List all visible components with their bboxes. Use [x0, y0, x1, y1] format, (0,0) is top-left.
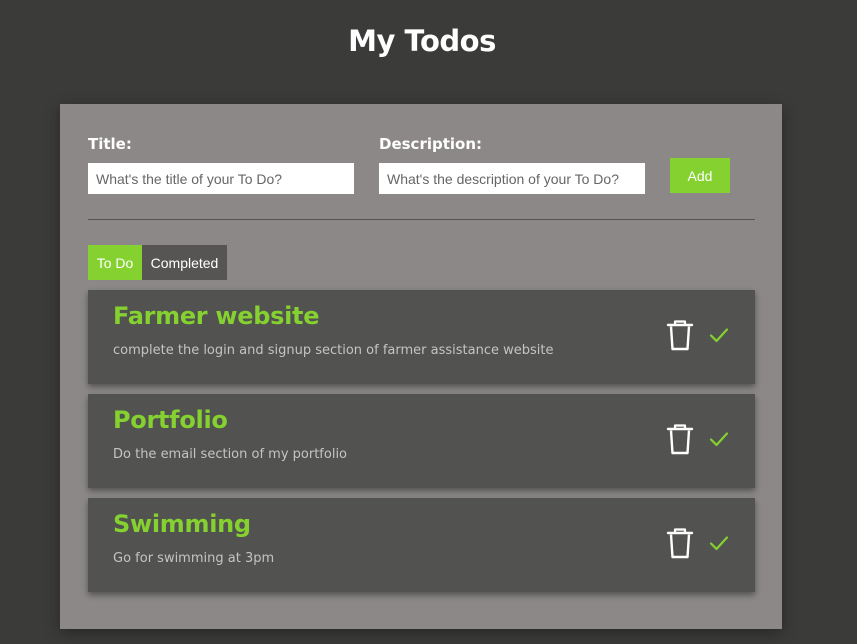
trash-icon[interactable]	[666, 527, 694, 559]
todo-panel: Title: Description: Add To Do Completed …	[60, 104, 782, 629]
todo-description: Do the email section of my portfolio	[113, 447, 348, 462]
title-input[interactable]	[88, 163, 354, 194]
tab-todo[interactable]: To Do	[88, 245, 142, 280]
check-icon[interactable]	[709, 327, 729, 343]
description-input[interactable]	[379, 163, 645, 194]
todo-item: Swimming Go for swimming at 3pm	[88, 498, 755, 592]
check-icon[interactable]	[709, 535, 729, 551]
trash-icon[interactable]	[666, 423, 694, 455]
todo-item: Portfolio Do the email section of my por…	[88, 394, 755, 488]
title-label: Title:	[88, 135, 132, 153]
description-label: Description:	[379, 135, 483, 153]
check-icon[interactable]	[709, 431, 729, 447]
todo-description: complete the login and signup section of…	[113, 343, 554, 358]
trash-icon[interactable]	[666, 319, 694, 351]
todo-title: Swimming	[113, 510, 251, 538]
tab-completed[interactable]: Completed	[142, 245, 227, 280]
divider	[88, 219, 755, 220]
todo-item: Farmer website complete the login and si…	[88, 290, 755, 384]
page-title: My Todos	[348, 24, 496, 58]
todo-description: Go for swimming at 3pm	[113, 551, 275, 566]
todo-title: Portfolio	[113, 406, 228, 434]
todo-title: Farmer website	[113, 302, 320, 330]
add-button[interactable]: Add	[670, 158, 730, 193]
